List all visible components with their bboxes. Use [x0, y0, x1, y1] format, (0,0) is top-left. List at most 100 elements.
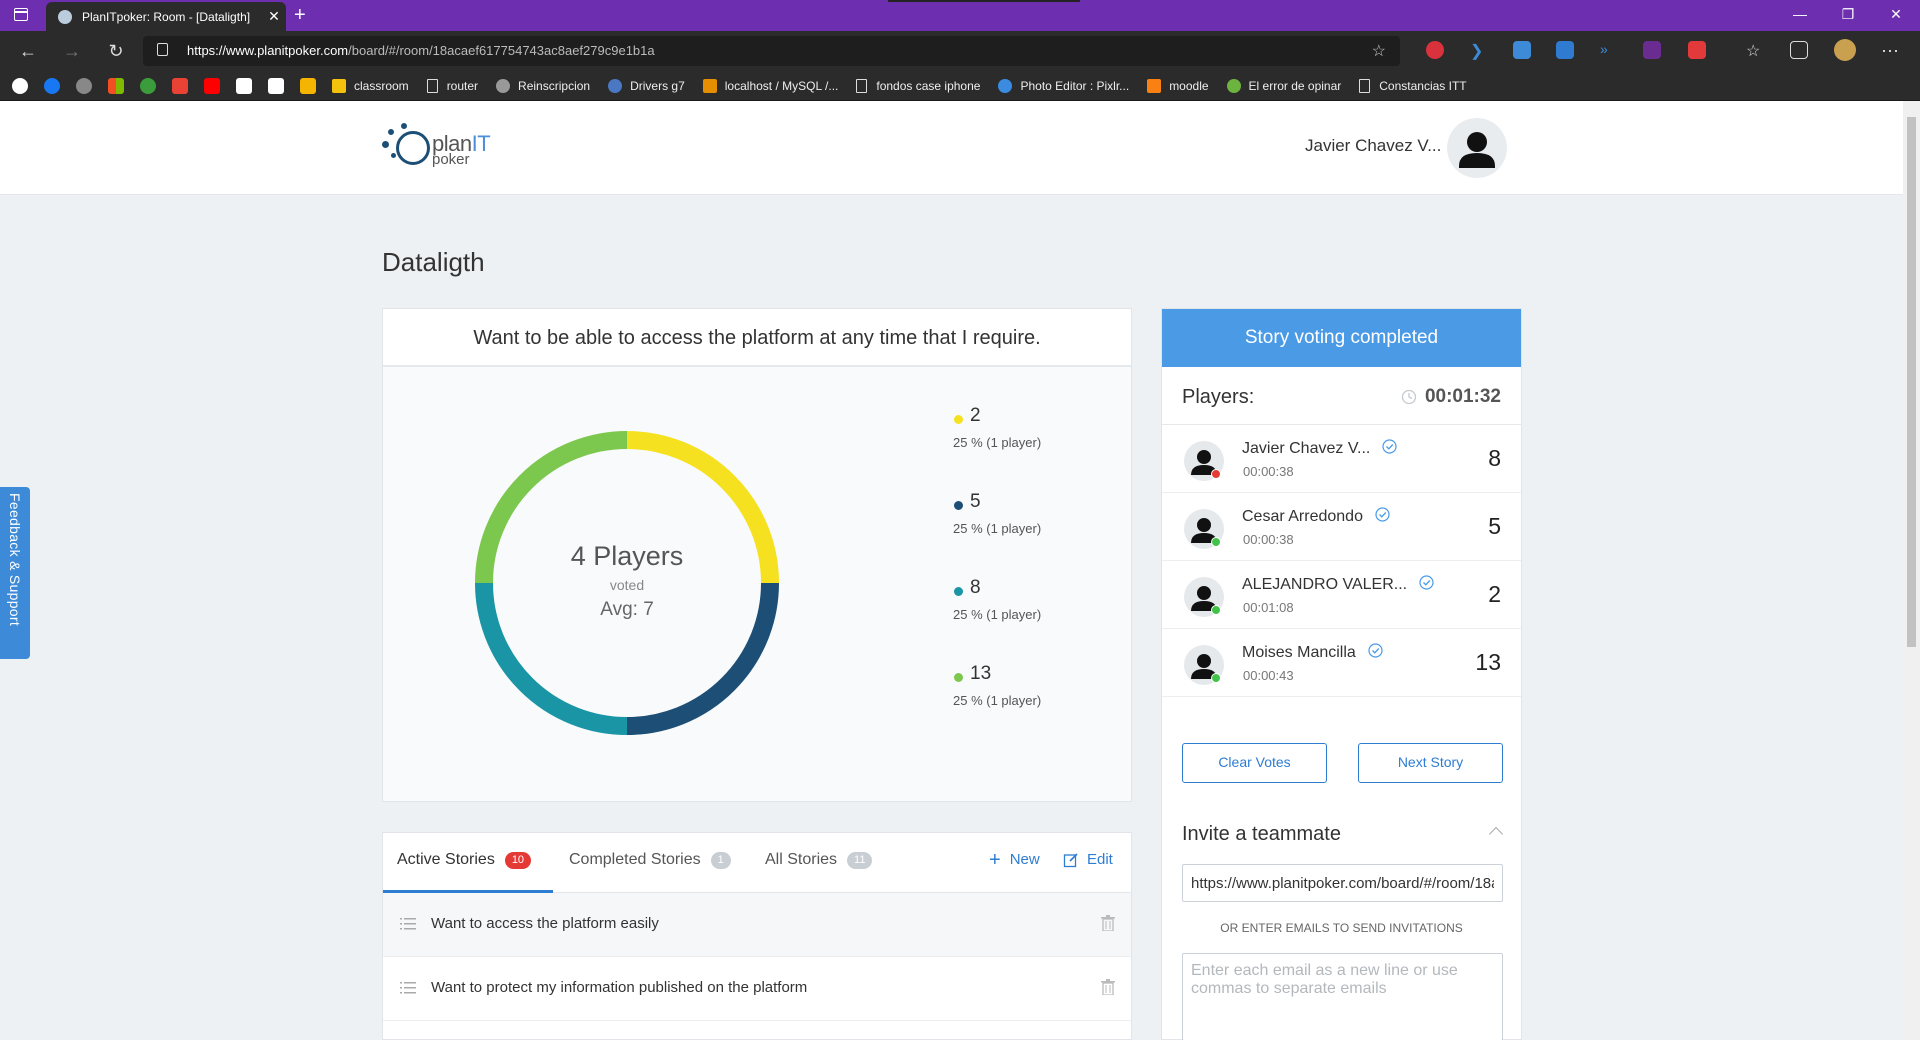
delete-icon[interactable]: [1101, 915, 1115, 931]
invite-emails-field[interactable]: [1182, 953, 1503, 1040]
tab-title: PlanITpoker: Room - [Dataligth]: [82, 9, 251, 24]
bookmark-classroom[interactable]: classroom: [332, 78, 409, 93]
voted-check-icon: [1419, 575, 1434, 595]
page-scrollbar[interactable]: [1903, 101, 1920, 1040]
profile-avatar-icon[interactable]: [1834, 39, 1856, 61]
reload-icon[interactable]: ↻: [104, 41, 128, 62]
invite-link-field[interactable]: [1182, 864, 1503, 902]
next-story-button[interactable]: Next Story: [1358, 743, 1503, 783]
url-field[interactable]: https://www.planitpoker.com/board/#/room…: [143, 36, 1400, 66]
minimize-icon[interactable]: —: [1776, 0, 1824, 31]
microsoft-bookmark-icon[interactable]: [108, 77, 124, 94]
favorite-star-icon[interactable]: ☆: [1372, 41, 1386, 61]
current-story-title: Want to be able to access the platform a…: [383, 309, 1131, 367]
extension-badge-icon[interactable]: [1643, 41, 1661, 59]
xbox-bookmark-icon[interactable]: [140, 77, 156, 94]
voting-timer: 00:01:32: [1401, 386, 1501, 408]
results-donut: 4 Players voted Avg: 7: [469, 425, 785, 741]
voting-status-banner: Story voting completed: [1162, 309, 1521, 367]
tab-actions-icon[interactable]: [14, 8, 28, 21]
bookmark-drivers[interactable]: Drivers g7: [608, 78, 685, 93]
bookmark-reinscripcion[interactable]: Reinscripcion: [496, 78, 590, 93]
close-tab-icon[interactable]: ✕: [262, 8, 286, 25]
players-voted-count: 4 Players: [570, 541, 684, 571]
favicon-icon: [58, 9, 72, 24]
legend-dot: [954, 587, 963, 596]
site-icon: [1226, 78, 1241, 93]
power-bookmark-icon[interactable]: [236, 77, 252, 94]
legend-detail: 25 % (1 player): [953, 435, 1042, 450]
tab-all-stories[interactable]: All Stories 11: [765, 851, 873, 869]
new-label: New: [1009, 851, 1040, 868]
legend-dot: [954, 673, 963, 682]
news-icon[interactable]: [1556, 41, 1574, 59]
player-vote: 5: [1488, 513, 1501, 539]
apple-bookmark-icon[interactable]: [76, 77, 92, 94]
donut-center: 4 Players voted Avg: 7: [469, 425, 785, 741]
close-window-icon[interactable]: ✕: [1872, 0, 1920, 31]
page-icon: [856, 78, 868, 93]
read-aloud-icon[interactable]: »: [1600, 41, 1618, 59]
clock-icon: [1401, 389, 1417, 405]
story-row[interactable]: Want to protect my information published…: [383, 957, 1131, 1021]
adblock-icon[interactable]: [1426, 41, 1444, 59]
bookmark-label: Drivers g7: [630, 78, 685, 93]
bookmark-fondos[interactable]: fondos case iphone: [856, 78, 980, 93]
window-controls: — ❐ ✕: [1776, 0, 1920, 31]
bookmark-constancias[interactable]: Constancias ITT: [1359, 78, 1467, 93]
tab-completed-stories[interactable]: Completed Stories 1: [569, 851, 731, 869]
player-vote-time: 00:00:38: [1243, 464, 1294, 479]
player-vote-time: 00:00:38: [1243, 532, 1294, 547]
story-row[interactable]: Want to access the platform easily: [383, 893, 1131, 957]
scrollbar-thumb[interactable]: [1907, 117, 1916, 647]
story-title: Want to access the platform easily: [431, 915, 659, 932]
edit-stories-button[interactable]: Edit: [1063, 851, 1113, 868]
back-icon[interactable]: ←: [16, 41, 40, 62]
player-name: ALEJANDRO VALER...: [1242, 575, 1434, 595]
loading-indicator: [888, 0, 1080, 2]
bookmark-pixlr[interactable]: Photo Editor : Pixlr...: [998, 78, 1129, 93]
new-tab-icon[interactable]: +: [294, 4, 306, 27]
bookmarks-bar: classroom router Reinscripcion Drivers g…: [0, 71, 1920, 101]
drive-bookmark-icon[interactable]: [300, 77, 316, 94]
bookmark-error[interactable]: El error de opinar: [1226, 78, 1341, 93]
p-bookmark-icon[interactable]: [268, 77, 284, 94]
bookmark-router[interactable]: router: [426, 78, 478, 93]
bookmark-moodle[interactable]: moodle: [1147, 78, 1209, 93]
favorites-icon[interactable]: ☆: [1746, 41, 1764, 60]
google-bookmark-icon[interactable]: [12, 77, 28, 94]
planitpoker-logo[interactable]: planIT poker: [382, 121, 502, 177]
tab-label: All Stories: [765, 851, 838, 868]
translate-icon[interactable]: [1513, 41, 1531, 59]
clear-votes-button[interactable]: Clear Votes: [1182, 743, 1327, 783]
bookmark-label: Constancias ITT: [1379, 78, 1467, 93]
voted-check-icon: [1368, 643, 1383, 663]
extension-arrow-icon[interactable]: ❯: [1470, 41, 1488, 60]
delete-icon[interactable]: [1101, 979, 1115, 995]
feedback-support-tab[interactable]: Feedback & Support: [0, 487, 30, 659]
pixlr-icon: [998, 78, 1013, 93]
timer-value: 00:01:32: [1424, 386, 1501, 407]
new-story-button[interactable]: + New: [989, 850, 1040, 870]
bookmark-mysql[interactable]: localhost / MySQL /...: [702, 78, 838, 93]
facebook-bookmark-icon[interactable]: [44, 77, 60, 94]
collapse-chevron-icon[interactable]: [1488, 826, 1504, 842]
url-text: https://www.planitpoker.com/board/#/room…: [187, 43, 655, 58]
browser-tab[interactable]: PlanITpoker: Room - [Dataligth] ✕: [46, 2, 286, 31]
gmail-bookmark-icon[interactable]: [172, 77, 188, 94]
user-avatar[interactable]: [1447, 118, 1507, 178]
players-header: Players: 00:01:32: [1162, 367, 1521, 425]
forward-icon[interactable]: →: [60, 41, 84, 62]
collections-icon[interactable]: [1790, 41, 1808, 59]
restore-icon[interactable]: ❐: [1824, 0, 1872, 31]
user-name[interactable]: Javier Chavez V...: [1305, 136, 1441, 156]
pdf-icon[interactable]: [1688, 41, 1706, 59]
drag-handle-icon[interactable]: [400, 918, 416, 930]
voted-check-icon: [1375, 507, 1390, 527]
tab-active-stories[interactable]: Active Stories 10: [397, 851, 532, 869]
youtube-bookmark-icon[interactable]: [204, 77, 220, 94]
drag-handle-icon[interactable]: [400, 982, 416, 994]
edit-label: Edit: [1087, 851, 1113, 868]
tab-label: Completed Stories: [569, 851, 701, 868]
more-menu-icon[interactable]: ⋯: [1878, 41, 1902, 62]
